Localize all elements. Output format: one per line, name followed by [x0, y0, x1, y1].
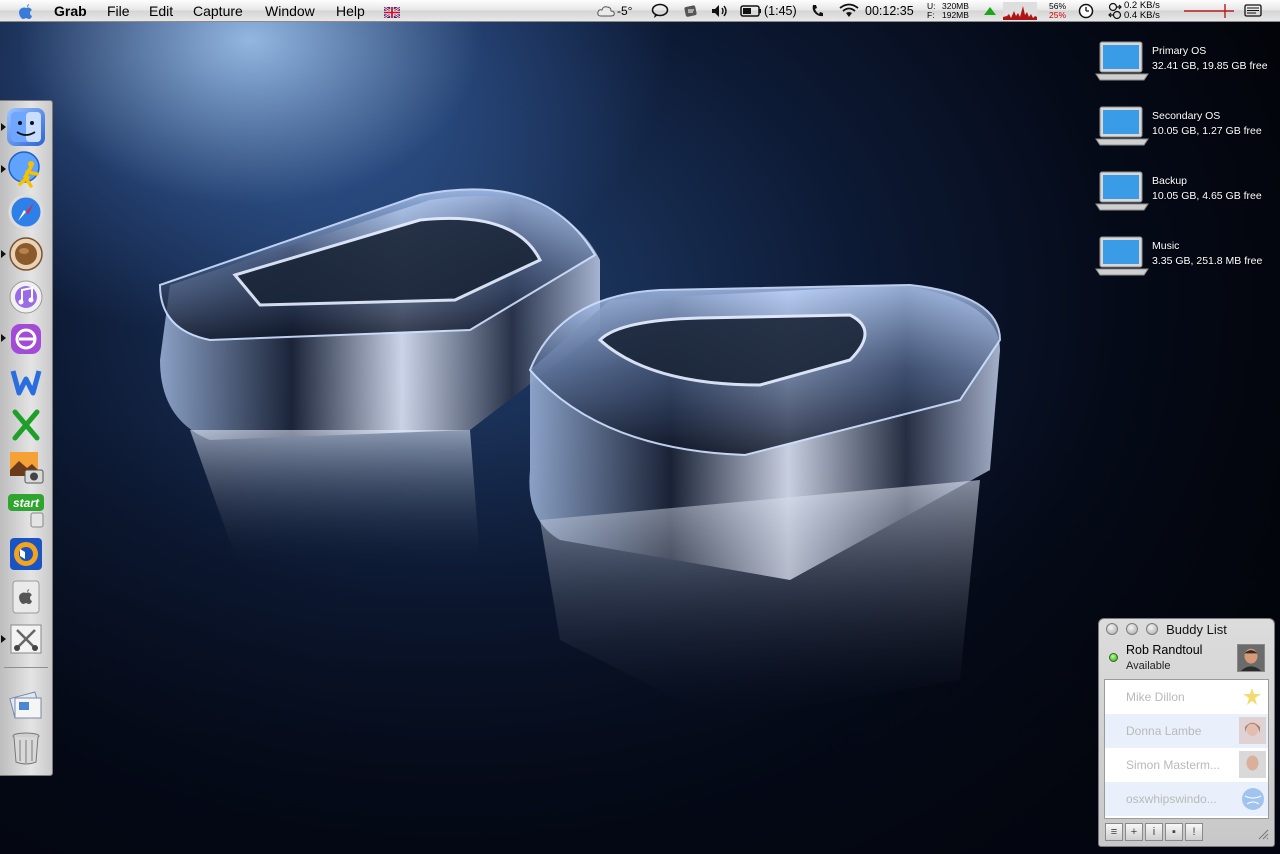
menu-help[interactable]: Help: [336, 0, 365, 22]
drive-info: 10.05 GB, 1.27 GB free: [1152, 125, 1262, 137]
finder-icon[interactable]: [7, 108, 45, 146]
drive-icon-music[interactable]: Music 3.35 GB, 251.8 MB free: [1094, 233, 1274, 279]
laptop-drive-icon: [1095, 106, 1149, 146]
dock-running-indicator: [1, 165, 6, 173]
iphoto-icon[interactable]: [7, 448, 45, 486]
block-icon[interactable]: ▪: [1165, 823, 1183, 841]
wallpaper-os-logo: [158, 188, 1002, 720]
list-item[interactable]: Mike Dillon: [1105, 680, 1268, 714]
network-upload-rate[interactable]: 0.2 KB/s: [1124, 1, 1160, 11]
excel-icon[interactable]: [7, 406, 45, 444]
dock-running-indicator: [1, 334, 6, 342]
laptop-drive-icon: [1095, 236, 1149, 276]
weather-icon[interactable]: [596, 0, 616, 22]
dock-running-indicator: [1, 635, 6, 643]
apple-utility-icon[interactable]: [7, 578, 45, 616]
drive-icon-secondary-os[interactable]: Secondary OS 10.05 GB, 1.27 GB free: [1094, 103, 1274, 149]
dock-running-indicator: [1, 123, 6, 131]
apple-menu-icon[interactable]: [18, 0, 34, 22]
my-account-name[interactable]: Rob Randtoul: [1126, 643, 1202, 657]
laptop-drive-icon: [1095, 41, 1149, 81]
dock-running-indicator: [1, 250, 6, 258]
sync-icon[interactable]: [683, 0, 699, 22]
buddy-list: Mike Dillon Donna Lambe Simon Masterm...…: [1104, 679, 1269, 819]
drive-name: Music: [1152, 240, 1180, 252]
drive-info: 32.41 GB, 19.85 GB free: [1152, 60, 1268, 72]
battery-icon[interactable]: [740, 0, 762, 22]
battery-time[interactable]: (1:45): [764, 0, 797, 22]
app-menu-grab[interactable]: Grab: [54, 0, 87, 22]
menu-window[interactable]: Window: [265, 0, 315, 22]
network-download-rate[interactable]: 0.4 KB/s: [1124, 11, 1160, 21]
trash-icon[interactable]: [7, 728, 45, 766]
buddy-name: Donna Lambe: [1126, 724, 1202, 738]
aim-icon[interactable]: [7, 150, 45, 188]
drive-icon-primary-os[interactable]: Primary OS 32.41 GB, 19.85 GB free: [1094, 38, 1274, 84]
menu-file[interactable]: File: [107, 0, 130, 22]
cpu-graph-icon[interactable]: [1003, 0, 1037, 22]
chat-status-icon[interactable]: [651, 0, 669, 22]
buddy-avatar: [1239, 751, 1266, 778]
word-icon[interactable]: [7, 363, 45, 401]
audio-icon[interactable]: [7, 535, 45, 573]
menu-extra-screen-icon[interactable]: [1244, 0, 1262, 22]
coffee-icon[interactable]: [7, 235, 45, 273]
buddy-name: Mike Dillon: [1126, 690, 1185, 704]
dock: start: [0, 100, 53, 776]
buddy-name: Simon Masterm...: [1126, 758, 1221, 772]
window-title: Buddy List: [1166, 622, 1227, 637]
drive-name: Secondary OS: [1152, 110, 1221, 122]
script-editor-icon[interactable]: [7, 620, 45, 658]
menubar-clock[interactable]: 00:12:35: [865, 0, 914, 22]
alert-icon[interactable]: !: [1185, 823, 1203, 841]
resize-grip-icon[interactable]: [1257, 827, 1269, 840]
buddy-list-toolbar: ≡ + i ▪ !: [1103, 823, 1271, 843]
buddy-icon-globe: [1242, 788, 1264, 810]
weather-temperature[interactable]: -5°: [617, 0, 632, 22]
messenger-icon[interactable]: [7, 320, 45, 358]
memory-label-free: F:: [927, 10, 935, 20]
input-language-flag-icon[interactable]: [384, 0, 400, 22]
buddy-name: osxwhipswindo...: [1126, 792, 1217, 806]
drive-icon-backup[interactable]: Backup 10.05 GB, 4.65 GB free: [1094, 168, 1274, 214]
start-icon[interactable]: start: [7, 491, 45, 529]
clock-dial-icon[interactable]: [1078, 0, 1094, 22]
list-options-icon[interactable]: ≡: [1105, 823, 1123, 841]
available-status-icon[interactable]: [1109, 653, 1118, 662]
svg-text:start: start: [13, 496, 40, 510]
phone-icon[interactable]: [810, 0, 826, 22]
menu-bar: Grab File Edit Capture Window Help -5° (…: [0, 0, 1280, 22]
buddy-icon-star: [1243, 688, 1261, 705]
volume-icon[interactable]: [711, 0, 731, 22]
menu-capture[interactable]: Capture: [193, 0, 243, 22]
signal-meter-icon[interactable]: [1184, 0, 1234, 22]
drive-info: 3.35 GB, 251.8 MB free: [1152, 255, 1263, 267]
network-activity-arrow-icon[interactable]: [982, 0, 998, 22]
dock-separator: [4, 667, 48, 668]
buddy-list-window: Buddy List Rob Randtoul Available Mike D…: [1098, 618, 1275, 847]
buddy-avatar: [1239, 717, 1266, 744]
drive-info: 10.05 GB, 4.65 GB free: [1152, 190, 1262, 202]
wifi-icon[interactable]: [838, 0, 860, 22]
itunes-icon[interactable]: [7, 278, 45, 316]
drive-name: Backup: [1152, 175, 1188, 187]
menu-edit[interactable]: Edit: [149, 0, 173, 22]
laptop-drive-icon: [1095, 171, 1149, 211]
safari-icon[interactable]: [7, 193, 45, 231]
network-updown-icon: [1108, 0, 1122, 22]
list-item[interactable]: Donna Lambe: [1105, 714, 1268, 748]
info-icon[interactable]: i: [1145, 823, 1163, 841]
my-status[interactable]: Available: [1126, 660, 1170, 672]
documents-icon[interactable]: [7, 686, 45, 724]
desktop-wallpaper: [0, 0, 1280, 854]
drive-name: Primary OS: [1152, 45, 1207, 57]
memory-free-value[interactable]: 192MB: [942, 11, 969, 20]
list-item[interactable]: Simon Masterm...: [1105, 748, 1268, 782]
my-avatar[interactable]: [1237, 644, 1265, 672]
add-buddy-icon[interactable]: +: [1125, 823, 1143, 841]
cpu-system-percent[interactable]: 25%: [1049, 11, 1066, 20]
list-item[interactable]: osxwhipswindo...: [1105, 782, 1268, 816]
